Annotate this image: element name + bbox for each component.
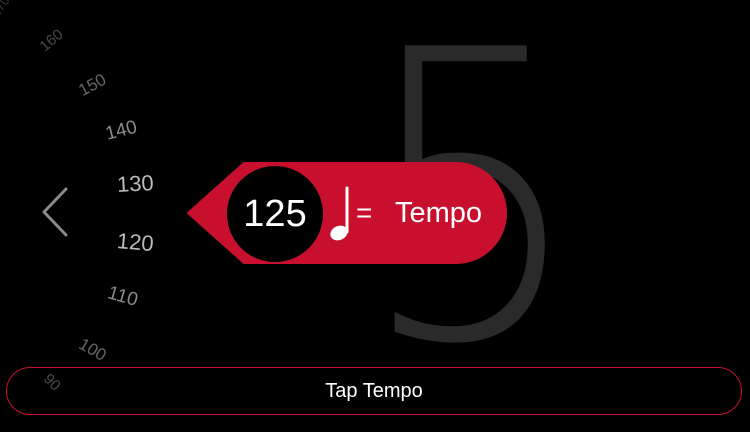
dial-tick-110: 110 (105, 282, 141, 311)
quarter-note-icon (328, 186, 354, 244)
tempo-value[interactable]: 125 (227, 166, 323, 262)
dial-tick-160: 160 (36, 25, 67, 56)
dial-tick-150: 150 (75, 69, 110, 100)
dial-tick-120: 120 (115, 228, 155, 257)
chevron-left-icon[interactable] (38, 185, 74, 239)
equals-sign: = (356, 197, 373, 228)
tempo-label: Tempo (395, 197, 483, 229)
dial-tick-170: 170 (0, 0, 13, 20)
tap-tempo-button[interactable]: Tap Tempo (6, 367, 742, 415)
dial-tick-100: 100 (75, 334, 110, 365)
dial-tick-130: 130 (116, 170, 155, 197)
dial-tick-140: 140 (103, 116, 140, 145)
